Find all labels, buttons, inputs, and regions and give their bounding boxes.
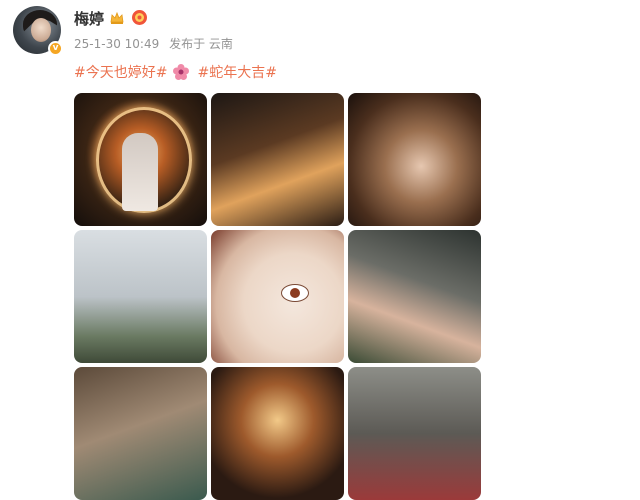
post-header: v 梅婷 25-1-30 10:49 发布于 云南 (0, 0, 640, 60)
crown-icon[interactable] (109, 10, 125, 26)
post-text: #今天也婷好# #蛇年大吉# (74, 62, 277, 82)
outdoor-lake-photo[interactable] (74, 230, 207, 363)
firework-photo[interactable] (211, 93, 344, 226)
post-date: 25-1-30 10:49 (74, 37, 160, 51)
person-figure (122, 133, 158, 211)
tongue-out-selfie-photo[interactable] (348, 230, 481, 363)
fireworks-night-photo[interactable] (211, 367, 344, 500)
username[interactable]: 梅婷 (74, 8, 104, 29)
photo-grid (74, 93, 482, 500)
avatar-face (31, 18, 51, 42)
group-selfie-photo[interactable] (74, 367, 207, 500)
post-meta: 25-1-30 10:49 发布于 云南 (74, 35, 239, 52)
light-painting-selfie-photo[interactable] (348, 93, 481, 226)
hashtag-link[interactable]: #今天也婷好# (74, 62, 167, 82)
eye-detail (281, 284, 309, 302)
medal-icon[interactable] (131, 9, 148, 26)
hashtag-link[interactable]: #蛇年大吉# (197, 62, 276, 82)
verified-badge-icon: v (48, 41, 63, 56)
winter-hat-photo[interactable] (348, 367, 481, 500)
flower-icon (173, 64, 190, 80)
face-closeup-photo[interactable] (211, 230, 344, 363)
sparkler-ring-photo[interactable] (74, 93, 207, 226)
post-location: 发布于 云南 (169, 37, 233, 51)
